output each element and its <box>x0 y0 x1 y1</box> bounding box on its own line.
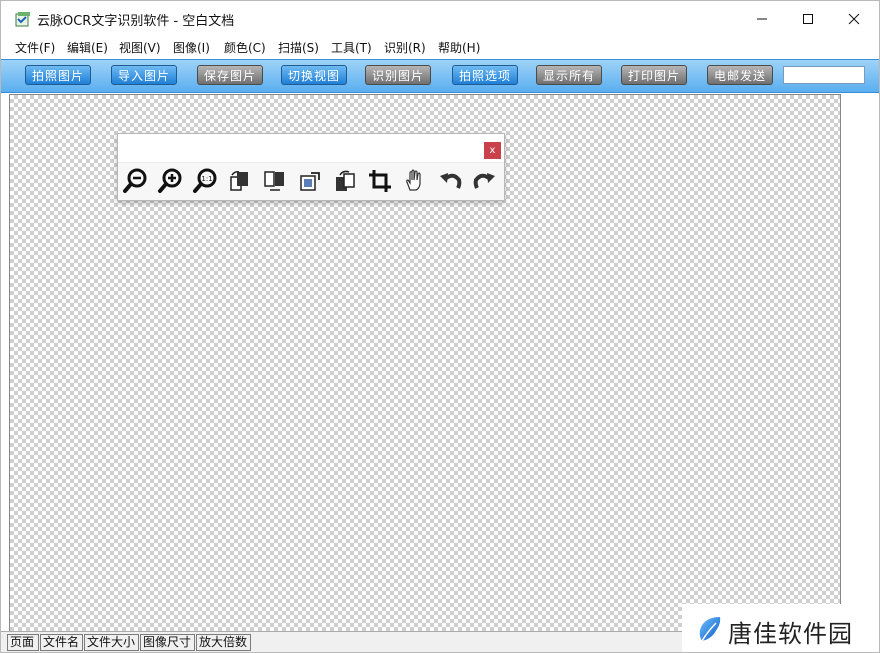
import-image-button[interactable]: 导入图片 <box>111 65 177 85</box>
rotate-right-button[interactable] <box>226 167 254 195</box>
menu-color[interactable]: 颜色(C) <box>224 39 266 56</box>
menu-bar: 文件(F) 编辑(E) 视图(V) 图像(I) 颜色(C) 扫描(S) 工具(T… <box>1 37 879 57</box>
window-title: 云脉OCR文字识别软件 - 空白文档 <box>37 14 235 29</box>
switch-view-button[interactable]: 切换视图 <box>281 65 347 85</box>
actual-size-button[interactable]: 1:1 <box>191 167 219 195</box>
crop-button[interactable] <box>366 167 394 195</box>
menu-recognize[interactable]: 识别(R) <box>384 39 426 56</box>
title-bar: 云脉OCR文字识别软件 - 空白文档 <box>1 1 879 37</box>
main-toolbar: 拍照图片 导入图片 保存图片 切换视图 识别图片 拍照选项 显示所有 打印图片 … <box>1 59 879 93</box>
status-page: 页面 <box>7 634 39 651</box>
watermark-text: 唐佳软件园 <box>728 620 853 648</box>
close-icon <box>848 13 860 25</box>
status-file-size: 文件大小 <box>84 634 139 651</box>
minimize-icon <box>757 18 767 20</box>
flip-icon <box>264 171 284 191</box>
rotate-right-icon <box>230 171 248 191</box>
maximize-icon <box>803 14 813 24</box>
flip-button[interactable] <box>261 167 289 195</box>
minimize-button[interactable] <box>739 1 785 37</box>
email-send-button[interactable]: 电邮发送 <box>707 65 773 85</box>
leaf-logo <box>699 617 721 642</box>
undo-button[interactable] <box>436 167 464 195</box>
crop-icon <box>369 170 391 192</box>
menu-tools[interactable]: 工具(T) <box>331 39 372 56</box>
menu-file[interactable]: 文件(F) <box>15 39 55 56</box>
close-button[interactable] <box>831 1 877 37</box>
menu-help[interactable]: 帮助(H) <box>438 39 480 56</box>
watermark: 唐佳软件园 <box>682 604 879 652</box>
menu-view[interactable]: 视图(V) <box>119 39 161 56</box>
save-image-button[interactable]: 保存图片 <box>197 65 263 85</box>
deskew-button[interactable] <box>296 167 324 195</box>
redo-button[interactable] <box>471 167 499 195</box>
zoom-out-icon <box>123 168 147 193</box>
rotate-left-icon <box>336 170 355 191</box>
zoom-in-icon <box>158 168 182 193</box>
app-icon <box>15 12 30 27</box>
image-tools-panel: x 1:1 <box>117 133 505 201</box>
pan-button[interactable] <box>401 167 429 195</box>
menu-scan[interactable]: 扫描(S) <box>278 39 319 56</box>
image-tools-header: x <box>118 134 504 163</box>
status-image-size: 图像尺寸 <box>140 634 195 651</box>
undo-icon <box>440 173 462 189</box>
toolbar-search-input[interactable] <box>783 66 865 84</box>
redo-icon <box>473 173 495 189</box>
status-file-name: 文件名 <box>40 634 83 651</box>
image-tools-close-button[interactable]: x <box>484 142 501 159</box>
zoom-in-button[interactable] <box>156 167 184 195</box>
take-photo-button[interactable]: 拍照图片 <box>25 65 91 85</box>
menu-edit[interactable]: 编辑(E) <box>67 39 108 56</box>
svg-text:1:1: 1:1 <box>201 175 212 183</box>
maximize-button[interactable] <box>785 1 831 37</box>
app-window: 云脉OCR文字识别软件 - 空白文档 文件(F) 编辑(E) 视图(V) 图像(… <box>0 0 880 653</box>
print-image-button[interactable]: 打印图片 <box>621 65 687 85</box>
status-zoom: 放大倍数 <box>196 634 251 651</box>
recognize-image-button[interactable]: 识别图片 <box>365 65 431 85</box>
deskew-icon <box>300 172 320 191</box>
actual-size-icon: 1:1 <box>193 168 217 193</box>
hand-pan-icon <box>406 169 421 191</box>
vertical-scrollbar[interactable] <box>840 94 873 630</box>
show-all-button[interactable]: 显示所有 <box>536 65 602 85</box>
zoom-out-button[interactable] <box>121 167 149 195</box>
photo-options-button[interactable]: 拍照选项 <box>452 65 518 85</box>
menu-image[interactable]: 图像(I) <box>173 39 210 56</box>
rotate-left-button[interactable] <box>331 167 359 195</box>
